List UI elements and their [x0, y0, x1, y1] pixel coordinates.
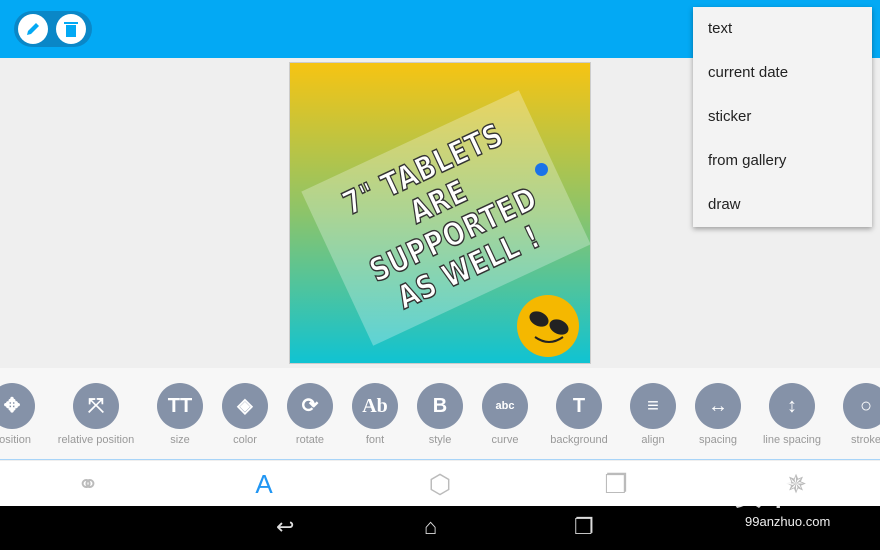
watermark-logo: 99安卓	[700, 479, 794, 512]
menu-item-text[interactable]: text	[693, 7, 872, 51]
recents-icon[interactable]: ❐	[574, 514, 594, 540]
align-icon: ≡	[630, 383, 676, 429]
curve-icon: abc	[482, 383, 528, 429]
resize-handle[interactable]	[535, 163, 548, 176]
menu-item-draw[interactable]: draw	[693, 183, 872, 227]
font-icon: Ab	[352, 383, 398, 429]
stroke-icon: ○	[843, 383, 880, 429]
line-spacing-icon: ↕	[769, 383, 815, 429]
menu-item-from-gallery[interactable]: from gallery	[693, 139, 872, 183]
copy-icon[interactable]: ❐	[596, 469, 636, 500]
paint-bucket-icon: ◈	[222, 383, 268, 429]
tool-position[interactable]: ✥position	[0, 383, 57, 446]
position-icon: ✥	[0, 383, 35, 429]
relative-position-icon: ⤧	[73, 383, 119, 429]
hexagon-icon[interactable]: ⬡	[420, 469, 460, 500]
rotate-icon: ⟳	[287, 383, 333, 429]
back-icon[interactable]: ↩	[276, 514, 294, 540]
tool-stroke[interactable]: ○ stroke	[821, 383, 880, 446]
text-tools-bar[interactable]: ✥position ⤧relative position TTsize ◈col…	[0, 368, 880, 460]
design-canvas[interactable]: 7" TABLETS ARE SUPPORTED AS WELL !	[289, 62, 591, 364]
text-icon[interactable]: A	[244, 469, 284, 500]
menu-item-current-date[interactable]: current date	[693, 51, 872, 95]
size-icon: TT	[157, 383, 203, 429]
edit-mode-toggle	[14, 11, 92, 47]
pencil-icon[interactable]	[18, 14, 48, 44]
spacing-icon: ↔	[695, 383, 741, 429]
layers-circles-icon[interactable]: ⚭	[68, 469, 108, 500]
home-icon[interactable]: ⌂	[424, 514, 437, 540]
bold-icon: B	[417, 383, 463, 429]
watermark-url: 99anzhuo.com	[745, 514, 831, 529]
sunglasses-emoji-sticker[interactable]	[517, 295, 579, 357]
tool-relative-position[interactable]: ⤧ relative position	[51, 383, 141, 446]
background-icon: T	[556, 383, 602, 429]
add-menu: text current date sticker from gallery d…	[693, 7, 872, 227]
menu-item-sticker[interactable]: sticker	[693, 95, 872, 139]
trash-icon[interactable]	[56, 14, 86, 44]
